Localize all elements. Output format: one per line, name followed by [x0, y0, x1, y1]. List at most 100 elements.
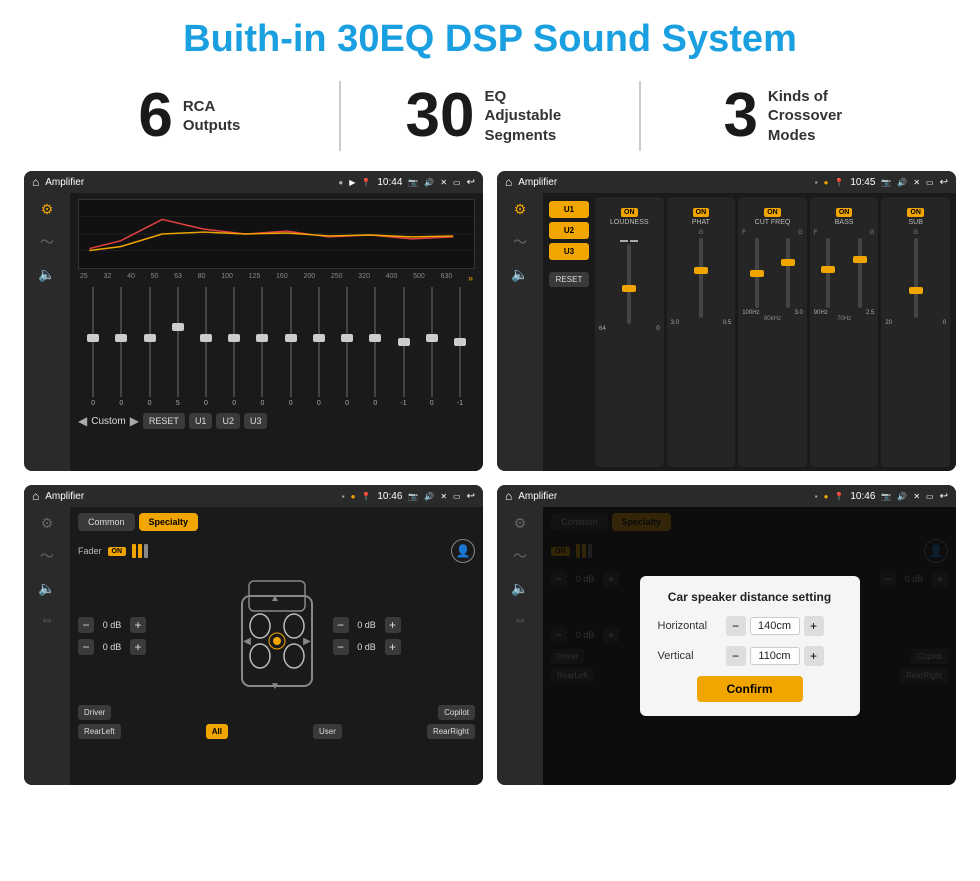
vol-minus-topright[interactable]: − — [333, 617, 349, 633]
eq-label-25: 25 — [80, 273, 88, 283]
eq-slider-6[interactable]: 0 — [221, 287, 247, 407]
more-icon[interactable]: » — [468, 273, 473, 283]
screen3-title: Amplifier — [45, 491, 335, 502]
eq-sliders-icon[interactable]: ⚙ — [41, 201, 54, 218]
fader-bar-3 — [144, 544, 148, 558]
eq-sliders-icon-4[interactable]: ⚙ — [514, 515, 527, 532]
dialog-title: Car speaker distance setting — [658, 590, 842, 604]
confirm-button[interactable]: Confirm — [697, 676, 803, 702]
driver-btn[interactable]: Driver — [78, 705, 111, 720]
common-tab[interactable]: Common — [78, 513, 135, 531]
eq-slider-7[interactable]: 0 — [249, 287, 275, 407]
back-icon[interactable]: ↩ — [467, 177, 475, 188]
u2-button[interactable]: U2 — [216, 413, 240, 429]
x-icon: ✕ — [440, 178, 447, 187]
home-icon-4[interactable]: ⌂ — [505, 489, 512, 503]
eq-slider-1[interactable]: 0 — [80, 287, 106, 407]
amp-reset-btn[interactable]: RESET — [549, 272, 589, 287]
location-icon: 📍 — [361, 178, 371, 187]
distance-dialog: Car speaker distance setting Horizontal … — [640, 576, 860, 716]
svg-text:◀: ◀ — [243, 636, 251, 647]
vol-plus-bottomleft[interactable]: + — [130, 639, 146, 655]
speaker-icon-4[interactable]: 🔈 — [511, 580, 528, 597]
rect-icon: ▭ — [453, 178, 461, 187]
reset-button[interactable]: RESET — [143, 413, 185, 429]
bass-module: ON BASS FG — [810, 197, 879, 467]
cutfreq-g-slider[interactable] — [786, 238, 790, 308]
eq-slider-8[interactable]: 0 — [278, 287, 304, 407]
eq-slider-13[interactable]: 0 — [419, 287, 445, 407]
wave-icon-3[interactable]: 〜 — [40, 546, 54, 566]
next-arrow[interactable]: ▶ — [130, 414, 139, 428]
horizontal-minus-btn[interactable]: − — [726, 616, 746, 636]
eq-slider-5[interactable]: 0 — [193, 287, 219, 407]
wave-icon-2[interactable]: 〜 — [513, 232, 527, 252]
copilot-btn[interactable]: Copilot — [438, 705, 475, 720]
eq-slider-4[interactable]: 5 — [165, 287, 191, 407]
sub-slider[interactable] — [914, 238, 918, 318]
arrows-icon-3[interactable]: ⇔ — [40, 611, 54, 627]
screen2-side-panel: ⚙ 〜 🔈 — [497, 193, 543, 471]
bass-g-slider[interactable] — [858, 238, 862, 308]
preset-u2[interactable]: U2 — [549, 222, 589, 239]
vol-minus-bottomleft[interactable]: − — [78, 639, 94, 655]
eq-sliders-icon-3[interactable]: ⚙ — [41, 515, 54, 532]
user-btn[interactable]: User — [313, 724, 342, 739]
preset-u3[interactable]: U3 — [549, 243, 589, 260]
back-icon-3[interactable]: ↩ — [467, 491, 475, 502]
speaker-layout: − 0 dB + − 0 dB + — [78, 571, 475, 701]
eq-slider-12[interactable]: -1 — [390, 287, 416, 407]
vol-minus-topleft[interactable]: − — [78, 617, 94, 633]
screen3-main: Common Specialty Fader ON 👤 — [70, 507, 483, 785]
eq-slider-10[interactable]: 0 — [334, 287, 360, 407]
fader-on-badge: ON — [108, 547, 127, 556]
u3-button[interactable]: U3 — [244, 413, 268, 429]
all-btn[interactable]: All — [206, 724, 228, 739]
eq-slider-2[interactable]: 0 — [108, 287, 134, 407]
loudness-slider[interactable] — [627, 244, 631, 324]
phat-slider[interactable] — [699, 238, 703, 318]
home-icon[interactable]: ⌂ — [32, 175, 39, 189]
eq-slider-11[interactable]: 0 — [362, 287, 388, 407]
svg-text:▶: ▶ — [303, 636, 311, 647]
vertical-plus-btn[interactable]: + — [804, 646, 824, 666]
profile-icon[interactable]: 👤 — [451, 539, 475, 563]
eq-slider-9[interactable]: 0 — [306, 287, 332, 407]
u1-button[interactable]: U1 — [189, 413, 213, 429]
eq-sliders-icon-2[interactable]: ⚙ — [514, 201, 527, 218]
stat-eq-number: 30 — [406, 85, 475, 147]
home-icon-3[interactable]: ⌂ — [32, 489, 39, 503]
cutfreq-f-slider[interactable] — [755, 238, 759, 308]
phat-on: ON — [693, 208, 710, 217]
screen4-status-bar: ⌂ Amplifier ▪ ● 📍 10:46 📷 🔊 ✕ ▭ ↩ — [497, 485, 956, 507]
bass-f-slider[interactable] — [826, 238, 830, 308]
rearleft-btn[interactable]: RearLeft — [78, 724, 121, 739]
speaker-icon[interactable]: 🔈 — [38, 266, 55, 283]
back-icon-4[interactable]: ↩ — [940, 491, 948, 502]
prev-arrow[interactable]: ◀ — [78, 414, 87, 428]
wave-icon-4[interactable]: 〜 — [513, 546, 527, 566]
stat-rca-number: 6 — [138, 85, 172, 147]
vol-minus-bottomright[interactable]: − — [333, 639, 349, 655]
speaker-icon-2[interactable]: 🔈 — [511, 266, 528, 283]
eq-slider-14[interactable]: -1 — [447, 287, 473, 407]
vol-plus-bottomright[interactable]: + — [385, 639, 401, 655]
horizontal-plus-btn[interactable]: + — [804, 616, 824, 636]
vol-plus-topright[interactable]: + — [385, 617, 401, 633]
vertical-minus-btn[interactable]: − — [726, 646, 746, 666]
left-speaker-controls: − 0 dB + − 0 dB + — [78, 617, 221, 655]
speaker-icon-3[interactable]: 🔈 — [38, 580, 55, 597]
wave-icon[interactable]: 〜 — [40, 232, 54, 252]
specialty-tab[interactable]: Specialty — [139, 513, 199, 531]
eq-slider-3[interactable]: 0 — [136, 287, 162, 407]
loudness-label: LOUDNESS — [599, 219, 660, 226]
arrows-icon-4[interactable]: ⇔ — [513, 611, 527, 627]
preset-u1[interactable]: U1 — [549, 201, 589, 218]
vol-val-bottomleft: 0 dB — [97, 642, 127, 652]
rearright-btn[interactable]: RearRight — [427, 724, 475, 739]
sub-module: ON SUB G 20 0 — [881, 197, 950, 467]
back-icon-2[interactable]: ↩ — [940, 177, 948, 188]
vol-plus-topleft[interactable]: + — [130, 617, 146, 633]
home-icon-2[interactable]: ⌂ — [505, 175, 512, 189]
fader-bar-1 — [132, 544, 136, 558]
